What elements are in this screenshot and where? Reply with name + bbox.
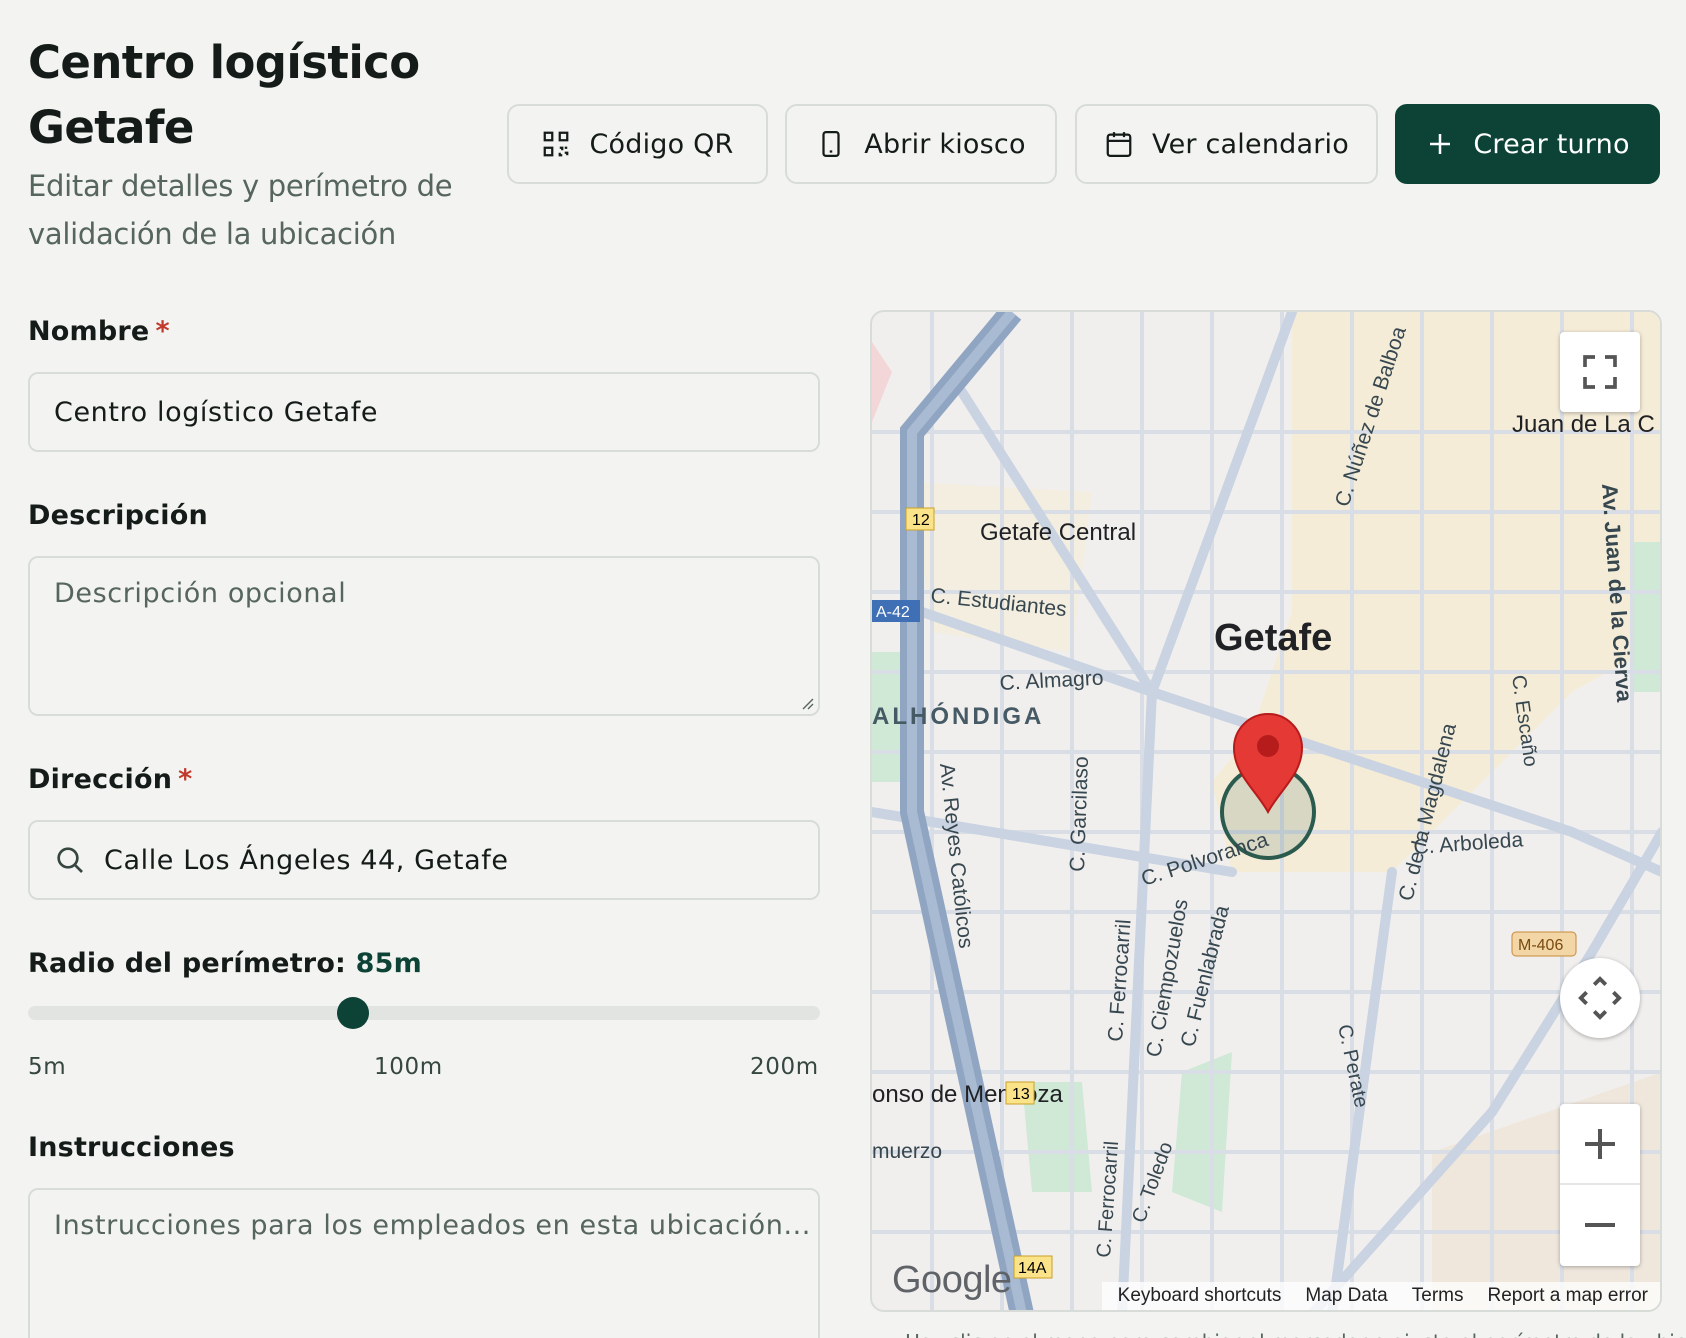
keyboard-shortcuts-link[interactable]: Keyboard shortcuts — [1118, 1285, 1282, 1307]
open-kiosk-button[interactable]: Abrir kiosco — [785, 104, 1057, 184]
road-shield: 13 — [1005, 1081, 1035, 1105]
street-label: C. Ferrocarril — [1093, 1140, 1123, 1258]
road-shield: 12 — [905, 507, 935, 531]
plus-icon — [1585, 1129, 1615, 1159]
fullscreen-icon — [1583, 355, 1617, 389]
calendar-icon — [1106, 132, 1132, 157]
street-label: C. Garcilaso — [1066, 756, 1093, 872]
map-neighborhood-label: Juan de La C — [1512, 411, 1655, 438]
radius-value: 85m — [355, 948, 422, 979]
svg-text:A-42: A-42 — [876, 604, 910, 621]
name-label: Nombre * — [28, 316, 170, 347]
instructions-placeholder: Instrucciones para los empleados en esta… — [54, 1210, 811, 1241]
terms-link[interactable]: Terms — [1412, 1285, 1464, 1307]
zoom-in-button[interactable] — [1560, 1105, 1640, 1185]
radius-label: Radio del perímetro: 85m — [28, 948, 422, 979]
map-attribution: Keyboard shortcuts Map Data Terms Report… — [1101, 1282, 1660, 1310]
radius-slider[interactable] — [28, 997, 820, 1029]
road-shield: A-42 — [872, 600, 920, 622]
page-title: Centro logístico Getafe — [28, 36, 420, 154]
description-label: Descripción — [28, 500, 208, 531]
map-city-label: Getafe — [1214, 617, 1332, 659]
required-mark: * — [178, 764, 193, 795]
required-mark: * — [155, 316, 170, 347]
name-input-value: Centro logístico Getafe — [54, 396, 379, 428]
description-placeholder: Descripción opcional — [54, 578, 347, 609]
create-shift-button[interactable]: Crear turno — [1395, 104, 1660, 184]
create-shift-label: Crear turno — [1473, 128, 1630, 160]
view-calendar-label: Ver calendario — [1152, 128, 1349, 160]
fullscreen-button[interactable] — [1560, 332, 1640, 412]
minus-icon — [1585, 1223, 1615, 1227]
svg-text:M-406: M-406 — [1518, 937, 1563, 954]
svg-text:12: 12 — [912, 512, 930, 529]
zoom-out-button[interactable] — [1560, 1185, 1640, 1265]
radius-max-label: 200m — [750, 1054, 819, 1080]
map-station-label: Getafe Central — [980, 519, 1136, 546]
map-canvas[interactable]: Getafe Getafe Central ALHÓNDIGA Juan de … — [872, 312, 1662, 1312]
map-area-label: muerzo — [872, 1140, 942, 1163]
road-shield: M-406 — [1511, 931, 1577, 957]
tablet-icon — [822, 131, 840, 157]
map-district-label: ALHÓNDIGA — [872, 702, 1044, 730]
name-input[interactable]: Centro logístico Getafe — [28, 372, 820, 452]
plus-icon — [1430, 134, 1451, 154]
address-input-value: Calle Los Ángeles 44, Getafe — [104, 844, 509, 876]
qr-code-button[interactable]: Código QR — [507, 104, 768, 184]
resize-grip-icon[interactable] — [798, 694, 814, 710]
address-search-input[interactable]: Calle Los Ángeles 44, Getafe — [28, 820, 820, 900]
search-icon — [57, 847, 83, 873]
qr-code-icon — [544, 131, 569, 157]
street-label: C. Ferrocarril — [1104, 919, 1135, 1043]
radius-slider-thumb[interactable] — [336, 997, 369, 1029]
zoom-controls — [1560, 1104, 1640, 1266]
map-station-sw-label: onso de Mendoza — [872, 1081, 1063, 1108]
map-caption: Haz clic en el mapa para cambiar el marc… — [905, 1330, 1686, 1338]
svg-text:14A: 14A — [1018, 1260, 1047, 1277]
page-subtitle: Editar detalles y perímetro de validació… — [28, 169, 453, 251]
report-map-error-link[interactable]: Report a map error — [1487, 1285, 1648, 1307]
street-label: C. Almagro — [999, 667, 1104, 695]
map-data-link[interactable]: Map Data — [1305, 1285, 1387, 1307]
svg-text:13: 13 — [1012, 1086, 1030, 1103]
instructions-label: Instrucciones — [28, 1132, 235, 1163]
qr-code-label: Código QR — [589, 128, 734, 160]
radius-mid-label: 100m — [374, 1054, 443, 1080]
description-textarea[interactable]: Descripción opcional — [28, 556, 820, 716]
road-shield: 14A — [1013, 1255, 1053, 1279]
pan-arrows-icon — [1578, 976, 1622, 1020]
google-logo[interactable]: Google — [892, 1259, 1012, 1302]
instructions-textarea[interactable]: Instrucciones para los empleados en esta… — [28, 1188, 820, 1338]
recenter-button[interactable] — [1560, 958, 1640, 1038]
radius-min-label: 5m — [28, 1054, 67, 1080]
address-label: Dirección * — [28, 764, 193, 795]
open-kiosk-label: Abrir kiosco — [864, 128, 1026, 160]
location-map[interactable]: Getafe Getafe Central ALHÓNDIGA Juan de … — [870, 310, 1662, 1312]
view-calendar-button[interactable]: Ver calendario — [1075, 104, 1378, 184]
